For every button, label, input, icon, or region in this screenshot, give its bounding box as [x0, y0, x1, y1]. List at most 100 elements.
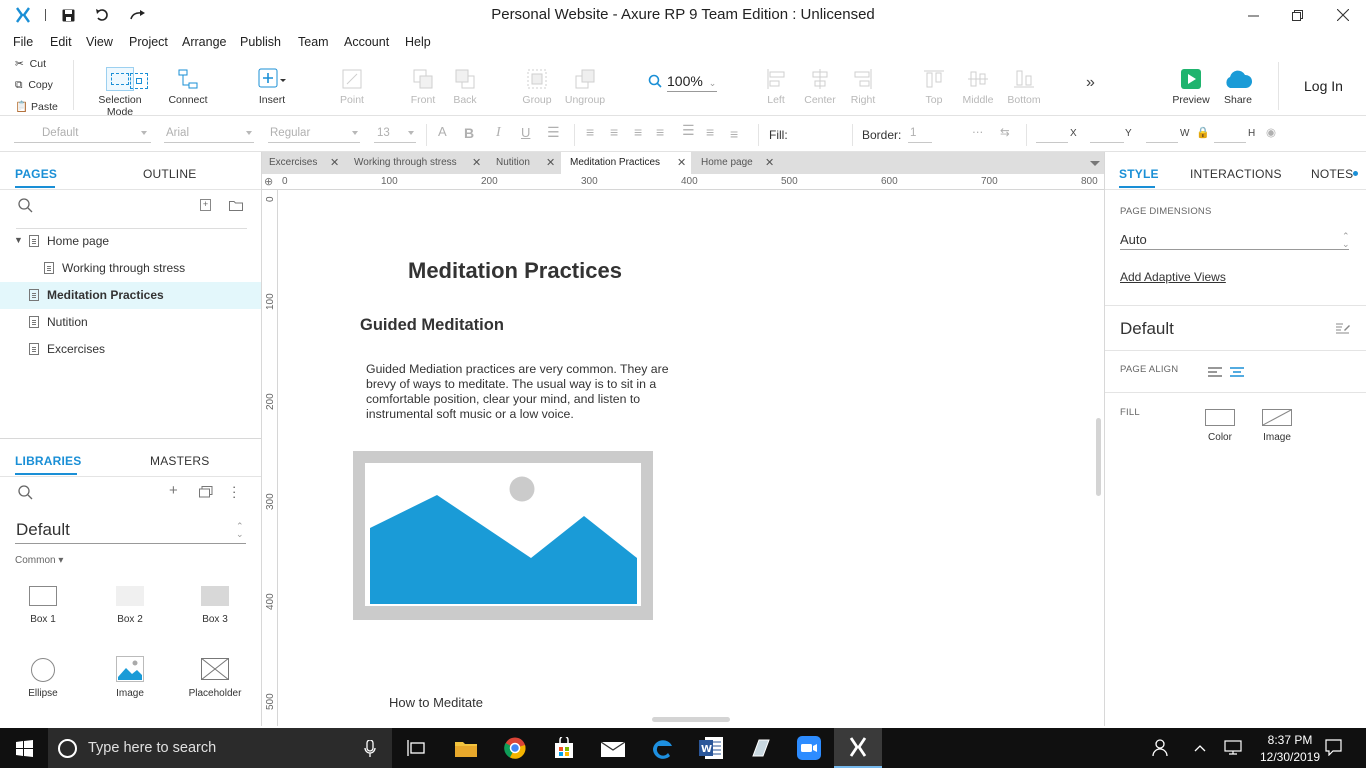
tab-interactions[interactable]: INTERACTIONS: [1190, 167, 1282, 181]
widget-box2[interactable]: Box 2: [100, 586, 160, 625]
chevron-up-icon[interactable]: [1194, 741, 1206, 755]
category-label[interactable]: Common ▾: [15, 555, 63, 566]
add-adaptive-views-link[interactable]: Add Adaptive Views: [1120, 270, 1226, 284]
underline-icon[interactable]: U: [521, 125, 530, 140]
bullet-list-icon[interactable]: ☰: [547, 124, 560, 141]
network-icon[interactable]: [1224, 739, 1242, 759]
tab-pages[interactable]: PAGES: [15, 167, 57, 181]
doc-tab-meditation[interactable]: Meditation Practices ✕: [561, 152, 691, 174]
microphone-icon[interactable]: [364, 740, 376, 757]
close-icon[interactable]: ✕: [765, 156, 774, 169]
doc-tab-nutition[interactable]: Nutition ✕: [488, 152, 560, 174]
w-input-label[interactable]: W: [1180, 128, 1189, 139]
page-item-stress[interactable]: Working through stress: [0, 255, 261, 282]
point-button[interactable]: Point: [332, 64, 372, 106]
tab-libraries[interactable]: LIBRARIES: [15, 454, 81, 468]
menu-edit[interactable]: Edit: [50, 35, 72, 49]
edit-style-icon[interactable]: [1336, 321, 1350, 337]
app-drive-icon[interactable]: [736, 728, 784, 768]
vertical-scrollbar[interactable]: [1096, 418, 1101, 496]
menu-project[interactable]: Project: [129, 35, 168, 49]
add-folder-icon[interactable]: [229, 200, 243, 214]
group-button[interactable]: Group: [518, 64, 556, 106]
zoom-app-icon[interactable]: [785, 728, 833, 768]
back-button[interactable]: Back: [446, 64, 484, 106]
notification-icon[interactable]: [1325, 739, 1342, 759]
text-justify-icon[interactable]: ≡: [656, 124, 664, 140]
design-canvas[interactable]: Meditation Practices Guided Meditation G…: [278, 190, 1104, 726]
menu-account[interactable]: Account: [344, 35, 389, 49]
align-middle-button[interactable]: Middle: [958, 64, 998, 106]
page-dimensions-select[interactable]: Auto: [1120, 232, 1147, 247]
close-button[interactable]: [1320, 0, 1366, 30]
page-item-excercises[interactable]: Excercises: [0, 336, 261, 363]
valign-bottom-icon[interactable]: ≡: [730, 126, 738, 142]
menu-view[interactable]: View: [86, 35, 113, 49]
paste-button[interactable]: 📋 Paste: [15, 100, 58, 113]
page-item-home[interactable]: ▼ Home page: [0, 228, 261, 255]
insert-button[interactable]: Insert: [252, 64, 292, 106]
align-left-button[interactable]: Left: [760, 64, 792, 106]
canvas-bottom-text[interactable]: How to Meditate: [389, 695, 483, 710]
front-button[interactable]: Front: [404, 64, 442, 106]
widget-placeholder[interactable]: Placeholder: [185, 657, 245, 699]
doc-tab-stress[interactable]: Working through stress ✕: [346, 152, 486, 174]
add-page-icon[interactable]: +: [200, 199, 211, 211]
text-color-icon[interactable]: A: [438, 124, 447, 139]
edge-icon[interactable]: [638, 728, 686, 768]
weight-select[interactable]: Regular: [270, 127, 310, 139]
login-button[interactable]: Log In: [1304, 78, 1343, 94]
search-icon[interactable]: [18, 485, 33, 503]
valign-top-icon[interactable]: ☰: [682, 122, 695, 139]
border-width-input[interactable]: 1: [910, 127, 916, 139]
tab-style[interactable]: STYLE: [1119, 167, 1159, 181]
close-icon[interactable]: ✕: [677, 156, 686, 169]
align-right-button[interactable]: Right: [846, 64, 880, 106]
page-item-meditation[interactable]: Meditation Practices: [0, 282, 261, 309]
tab-outline[interactable]: OUTLINE: [143, 167, 196, 181]
zoom-select[interactable]: 100% ⌄: [667, 73, 717, 92]
canvas-heading[interactable]: Meditation Practices: [408, 258, 622, 284]
library-options-icon[interactable]: [199, 486, 213, 501]
italic-icon[interactable]: I: [496, 125, 501, 141]
connect-button[interactable]: Connect: [163, 64, 213, 106]
mail-icon[interactable]: [589, 728, 637, 768]
file-explorer-icon[interactable]: [442, 728, 490, 768]
tab-masters[interactable]: MASTERS: [150, 454, 209, 468]
fill-image-icon[interactable]: [1262, 409, 1292, 429]
windows-start-icon[interactable]: [0, 728, 48, 768]
close-icon[interactable]: ✕: [472, 156, 481, 169]
page-align-center-icon[interactable]: [1230, 367, 1244, 382]
align-bottom-button[interactable]: Bottom: [1004, 64, 1044, 106]
valign-middle-icon[interactable]: ≡: [706, 124, 714, 140]
microsoft-store-icon[interactable]: [540, 728, 588, 768]
clock-date[interactable]: 12/30/2019: [1256, 750, 1324, 764]
canvas-image-widget[interactable]: [353, 451, 653, 620]
canvas-subheading[interactable]: Guided Meditation: [360, 316, 504, 335]
share-button[interactable]: Share: [1218, 64, 1258, 106]
preview-button[interactable]: Preview: [1170, 64, 1212, 106]
ungroup-button[interactable]: Ungroup: [561, 64, 609, 106]
page-align-left-icon[interactable]: [1208, 367, 1222, 382]
more-options-icon[interactable]: · · ·: [232, 480, 236, 503]
font-select[interactable]: Arial: [166, 127, 189, 139]
menu-arrange[interactable]: Arrange: [182, 35, 226, 49]
menu-publish[interactable]: Publish: [240, 35, 281, 49]
align-center-button[interactable]: Center: [800, 64, 840, 106]
axure-taskbar-icon[interactable]: [834, 728, 882, 768]
library-select[interactable]: Default: [16, 520, 70, 540]
doc-tab-home[interactable]: Home page ✕: [693, 152, 779, 174]
border-style-icon[interactable]: ⋯: [972, 125, 984, 139]
menu-file[interactable]: File: [13, 35, 33, 49]
save-icon[interactable]: [58, 6, 78, 24]
clock-time[interactable]: 8:37 PM: [1256, 733, 1324, 747]
style-select[interactable]: Default: [42, 127, 78, 139]
task-view-icon[interactable]: [392, 728, 440, 768]
word-icon[interactable]: W: [687, 728, 735, 768]
undo-icon[interactable]: [92, 6, 112, 24]
widget-box3[interactable]: Box 3: [185, 586, 245, 625]
menu-team[interactable]: Team: [298, 35, 329, 49]
minimize-button[interactable]: [1230, 0, 1276, 30]
cut-button[interactable]: ✂ Cut: [15, 58, 46, 70]
redo-icon[interactable]: [128, 6, 148, 24]
